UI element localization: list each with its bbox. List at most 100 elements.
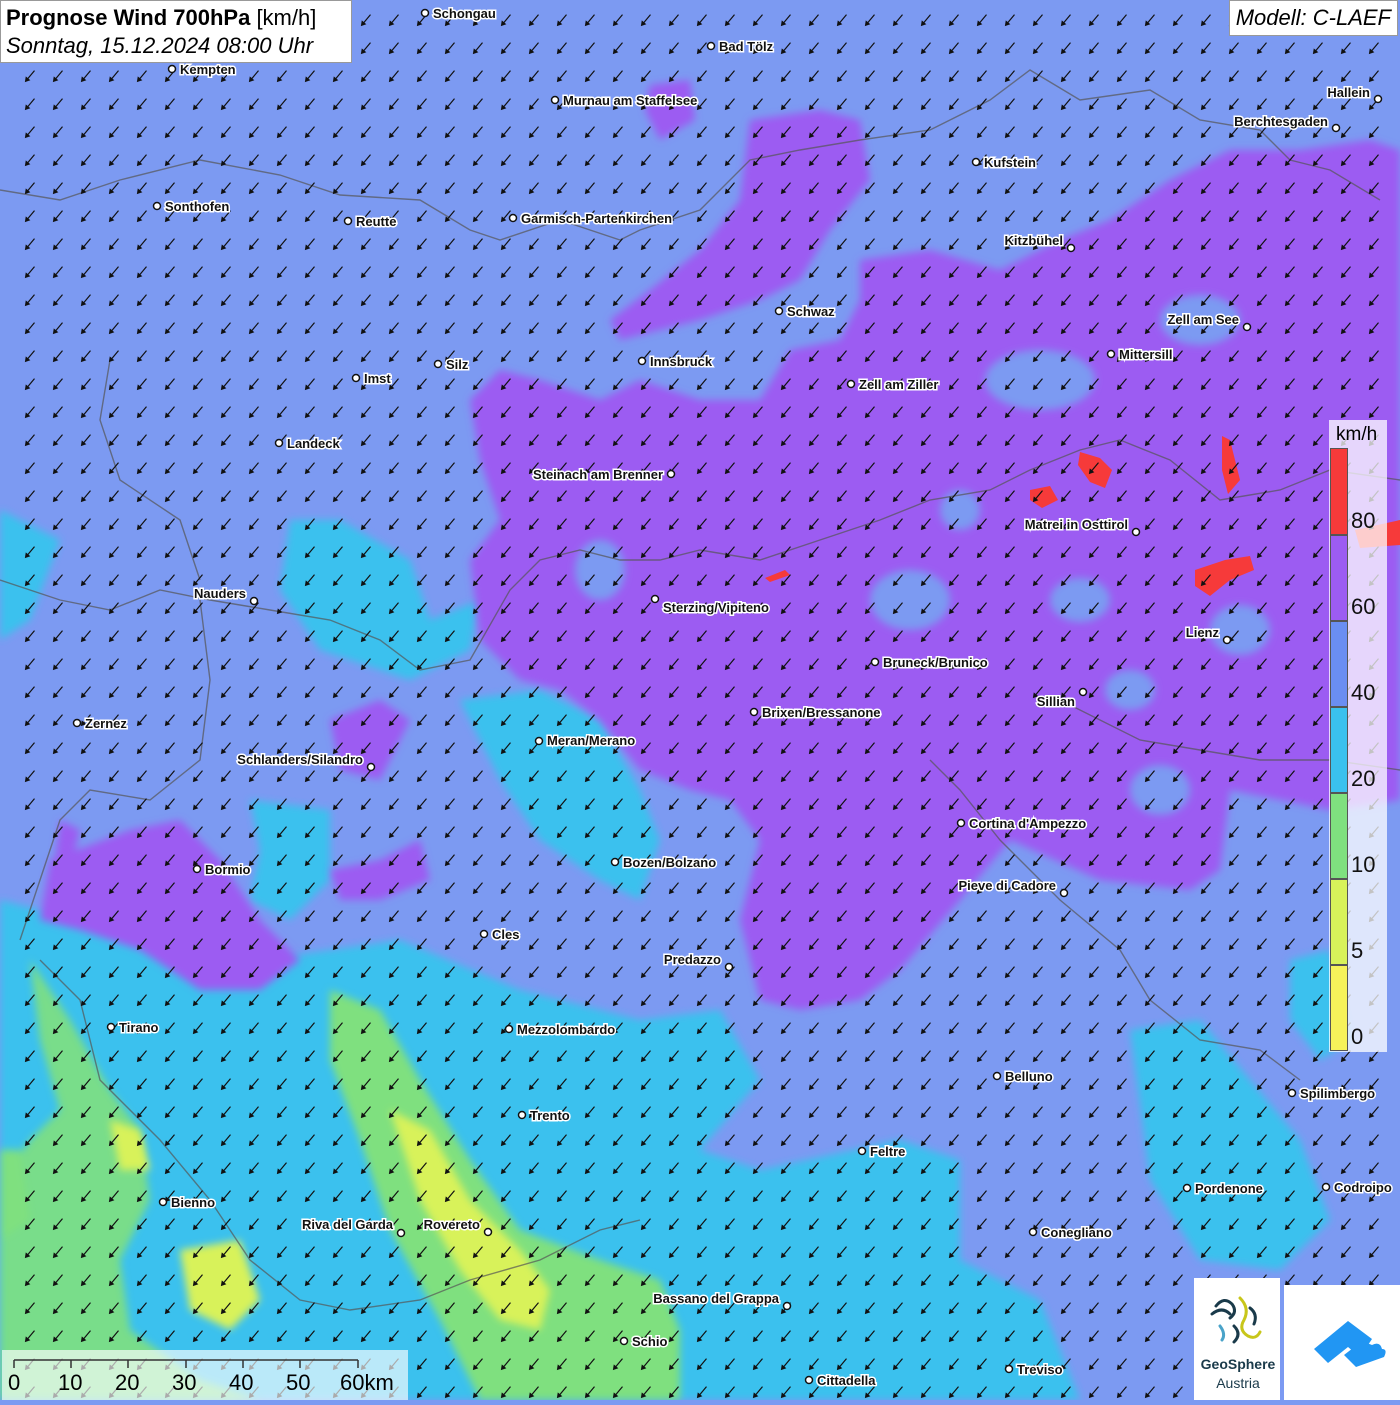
city-dot (1321, 1182, 1331, 1192)
city-label: Sonthofen (165, 199, 229, 214)
city-label: Spilimbergo (1300, 1086, 1375, 1101)
map-title-unit: [km/h] (256, 5, 317, 30)
city-dot (1131, 527, 1141, 537)
city-label: Kempten (180, 62, 236, 77)
city-dot (72, 718, 82, 728)
city-dot (158, 1197, 168, 1207)
city-label: Cles (492, 927, 519, 942)
city-label: Zernez (85, 716, 127, 731)
city-dot (517, 1110, 527, 1120)
map-title-box: Prognose Wind 700hPa [km/h] Sonntag, 15.… (0, 0, 352, 63)
city-label: Cittadella (817, 1373, 876, 1388)
city-marker: Pordenone (1182, 1180, 1264, 1198)
map-title: Prognose Wind 700hPa [km/h] (6, 4, 346, 32)
city-label: Bienno (171, 1195, 215, 1210)
city-dot (504, 1024, 514, 1034)
city-label: Reutte (356, 214, 396, 229)
city-label: Mittersill (1119, 347, 1172, 362)
city-dot (956, 818, 966, 828)
city-dot (167, 64, 177, 74)
city-label: Belluno (1005, 1069, 1053, 1084)
city-label: Bruneck/Brunico (883, 655, 988, 670)
city-marker: Bruneck/Brunico (870, 654, 989, 672)
scale-label-60km: 60km (340, 1370, 394, 1395)
city-label: Meran/Merano (547, 733, 635, 748)
legend-swatch-20-40 (1330, 707, 1348, 793)
city-dot (433, 359, 443, 369)
legend-swatch-40-60 (1330, 621, 1348, 707)
city-dot (724, 962, 734, 972)
city-label: Steinach am Brenner (533, 467, 663, 482)
city-dot (351, 373, 361, 383)
city-label: Garmisch-Partenkirchen (521, 211, 672, 226)
city-label: Schlanders/Silandro (237, 752, 363, 767)
city-marker: Brixen/Bressanone (749, 704, 882, 722)
map-date: Sonntag, 15.12.2024 08:00 Uhr (6, 33, 314, 58)
city-dot (870, 657, 880, 667)
city-label: Bormio (205, 862, 251, 877)
city-label: Berchtesgaden (1234, 114, 1328, 129)
city-dot (857, 1146, 867, 1156)
legend-swatch-80-plus (1330, 448, 1348, 535)
city-dot (610, 857, 620, 867)
city-dot (396, 1228, 406, 1238)
city-marker: Conegliano (1028, 1224, 1113, 1242)
geosphere-logo-icon (1210, 1296, 1262, 1344)
city-dot (1287, 1088, 1297, 1098)
scale-label-20: 20 (115, 1370, 140, 1395)
legend-swatch-0-5 (1330, 965, 1348, 1051)
city-label: Matrei in Osttirol (1025, 517, 1128, 532)
city-dot (1331, 123, 1341, 133)
city-dot (971, 157, 981, 167)
city-dot (483, 1227, 493, 1237)
city-label: Innsbruck (650, 354, 713, 369)
city-dot (619, 1336, 629, 1346)
map-title-bold: Prognose Wind 700hPa (6, 5, 251, 30)
geosphere-logo-name: GeoSphere (1200, 1356, 1276, 1372)
city-dot (1106, 349, 1116, 359)
city-label: Pordenone (1195, 1181, 1263, 1196)
city-marker: Cortina d'Ampezzo (956, 815, 1088, 833)
city-dot (992, 1071, 1002, 1081)
city-label: Bassano del Grappa (653, 1291, 779, 1306)
city-label: Bozen/Bolzano (623, 855, 716, 870)
city-label: Feltre (870, 1144, 905, 1159)
scale-label-30: 30 (172, 1370, 197, 1395)
city-label: Silz (446, 357, 469, 372)
city-dot (534, 736, 544, 746)
city-dot (192, 864, 202, 874)
legend-swatch-60-80 (1330, 535, 1348, 621)
city-label: Lienz (1186, 625, 1220, 640)
city-dot (1242, 322, 1252, 332)
city-marker: Bozen/Bolzano (610, 854, 718, 872)
city-label: Riva del Garda (302, 1217, 394, 1232)
city-label: Cortina d'Ampezzo (969, 816, 1086, 831)
city-dot (749, 707, 759, 717)
city-dot (637, 356, 647, 366)
city-dot (782, 1301, 792, 1311)
city-dot (1373, 94, 1383, 104)
city-dot (274, 438, 284, 448)
city-label: Pieve di Cadore (958, 878, 1056, 893)
city-dot (1028, 1227, 1038, 1237)
city-label: Sillian (1037, 694, 1075, 709)
city-label: Schio (632, 1334, 667, 1349)
city-label: Nauders (194, 586, 246, 601)
city-label: Predazzo (664, 952, 721, 967)
scale-label-40: 40 (229, 1370, 254, 1395)
city-dot (508, 213, 518, 223)
city-label: Tirano (119, 1020, 159, 1035)
legend-label-80: 80 (1351, 508, 1376, 533)
scale-label-0: 0 (8, 1370, 21, 1395)
scale-label-10: 10 (58, 1370, 83, 1395)
city-marker: Innsbruck (637, 353, 714, 371)
city-dot (249, 596, 259, 606)
city-label: Codroipo (1334, 1180, 1392, 1195)
city-label: Schongau (433, 6, 496, 21)
legend-swatch-5-10 (1330, 879, 1348, 965)
city-dot (1059, 888, 1069, 898)
city-label: Imst (364, 371, 391, 386)
legend-unit: km/h (1336, 424, 1378, 445)
city-label: Treviso (1017, 1362, 1063, 1377)
scale-label-50: 50 (286, 1370, 311, 1395)
